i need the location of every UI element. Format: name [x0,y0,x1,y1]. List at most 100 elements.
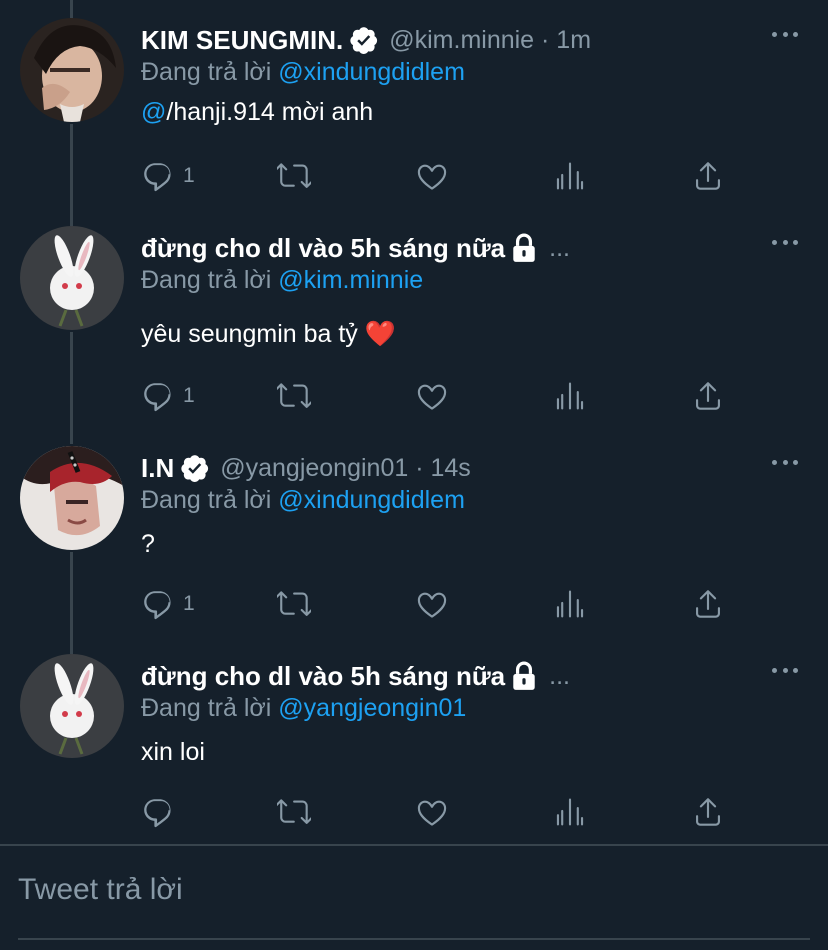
like-button[interactable] [415,376,449,416]
reply-compose-input[interactable]: Tweet trả lời [18,873,183,907]
replying-to-label: Đang trả lời [141,266,272,294]
reply-button[interactable] [141,792,175,832]
avatar-image [20,446,124,550]
tweet[interactable]: đừng cho dl vào 5h sáng nữa ... Đang trả… [0,654,828,844]
reply-to-mention[interactable]: @yangjeongin01 [278,694,466,722]
tweet-actions: 1 [141,156,741,196]
like-button[interactable] [415,584,449,624]
heart-icon [417,384,447,410]
reply-button[interactable]: 1 [141,156,195,196]
avatar[interactable] [20,226,124,330]
tweet-text-mention[interactable]: @ [141,98,166,126]
retweet-button[interactable] [277,792,311,832]
heart-icon [417,800,447,826]
reply-count: 1 [183,164,195,187]
lock-icon [511,233,537,263]
tweet-header: đừng cho dl vào 5h sáng nữa ... [141,658,768,694]
tweet[interactable]: đừng cho dl vào 5h sáng nữa ... Đang trả… [0,226,828,426]
analytics-button[interactable] [553,156,587,196]
more-options-icon[interactable] [772,456,798,468]
display-name[interactable]: đừng cho dl vào 5h sáng nữa [141,233,505,264]
share-button[interactable] [691,792,725,832]
avatar-image [20,18,124,122]
replying-to: Đang trả lời @xindungdidlem [141,58,465,87]
lock-icon [511,661,537,691]
handle-and-time[interactable]: @yangjeongin01 · 14s [220,454,471,483]
tweet-actions: 1 [141,376,741,416]
like-button[interactable] [415,792,449,832]
replying-to: Đang trả lời @kim.minnie [141,266,423,295]
reply-to-mention[interactable]: @kim.minnie [278,266,423,294]
tweet-text: xin loi [141,738,205,766]
avatar[interactable] [20,654,124,758]
replying-to-label: Đang trả lời [141,694,272,722]
analytics-button[interactable] [553,792,587,832]
name-truncation: ... [549,233,570,262]
analytics-icon [556,798,584,826]
tweet-text: @/hanji.914 mời anh [141,98,373,127]
analytics-icon [556,162,584,190]
compose-divider [0,844,828,846]
retweet-icon [277,163,311,188]
verified-badge-icon [349,25,379,55]
share-button[interactable] [691,376,725,416]
display-name[interactable]: KIM SEUNGMIN. [141,25,343,56]
retweet-button[interactable] [277,376,311,416]
heart-icon [417,592,447,618]
analytics-icon [556,590,584,618]
retweet-icon [277,591,311,616]
reply-button[interactable]: 1 [141,376,195,416]
tweet-text-rest: /hanji.914 mời anh [166,98,374,126]
reply-icon [144,383,171,412]
tweet-header: đừng cho dl vào 5h sáng nữa ... [141,230,768,266]
tweet-actions: 1 [141,584,741,624]
share-icon [696,162,720,190]
compose-underline [18,938,810,940]
replying-to-label: Đang trả lời [141,58,272,86]
tweet-text: ? [141,530,155,558]
replying-to: Đang trả lời @xindungdidlem [141,486,465,515]
analytics-button[interactable] [553,584,587,624]
tweet-header: I.N @yangjeongin01 · 14s [141,450,768,486]
retweet-icon [277,799,311,824]
avatar[interactable] [20,446,124,550]
reply-to-mention[interactable]: @xindungdidlem [278,486,465,514]
more-options-icon[interactable] [772,236,798,248]
reply-button[interactable]: 1 [141,584,195,624]
reply-icon [144,799,171,828]
avatar[interactable] [20,18,124,122]
share-button[interactable] [691,156,725,196]
retweet-button[interactable] [277,156,311,196]
reply-icon [144,163,171,192]
replying-to: Đang trả lời @yangjeongin01 [141,694,466,723]
avatar-image [20,654,124,758]
reply-count: 1 [183,384,195,407]
tweet-actions [141,792,741,832]
tweet[interactable]: I.N @yangjeongin01 · 14s Đang trả lời @x… [0,446,828,636]
display-name[interactable]: đừng cho dl vào 5h sáng nữa [141,661,505,692]
more-options-icon[interactable] [772,664,798,676]
tweet-text: yêu seungmin ba tỷ ❤️ [141,320,396,348]
share-button[interactable] [691,584,725,624]
tweet-header: KIM SEUNGMIN. @kim.minnie · 1m [141,22,768,58]
heart-icon [417,164,447,190]
share-icon [696,798,720,826]
verified-badge-icon [180,453,210,483]
thread-line [70,0,73,18]
display-name[interactable]: I.N [141,453,174,484]
analytics-button[interactable] [553,376,587,416]
reply-to-mention[interactable]: @xindungdidlem [278,58,465,86]
name-truncation: ... [549,661,570,690]
retweet-button[interactable] [277,584,311,624]
analytics-icon [556,382,584,410]
reply-icon [144,591,171,620]
more-options-icon[interactable] [772,28,798,40]
tweet[interactable]: KIM SEUNGMIN. @kim.minnie · 1m Đang trả … [0,18,828,208]
share-icon [696,590,720,618]
avatar-image [20,226,124,330]
handle-and-time[interactable]: @kim.minnie · 1m [389,26,591,55]
replying-to-label: Đang trả lời [141,486,272,514]
retweet-icon [277,383,311,408]
share-icon [696,382,720,410]
like-button[interactable] [415,156,449,196]
